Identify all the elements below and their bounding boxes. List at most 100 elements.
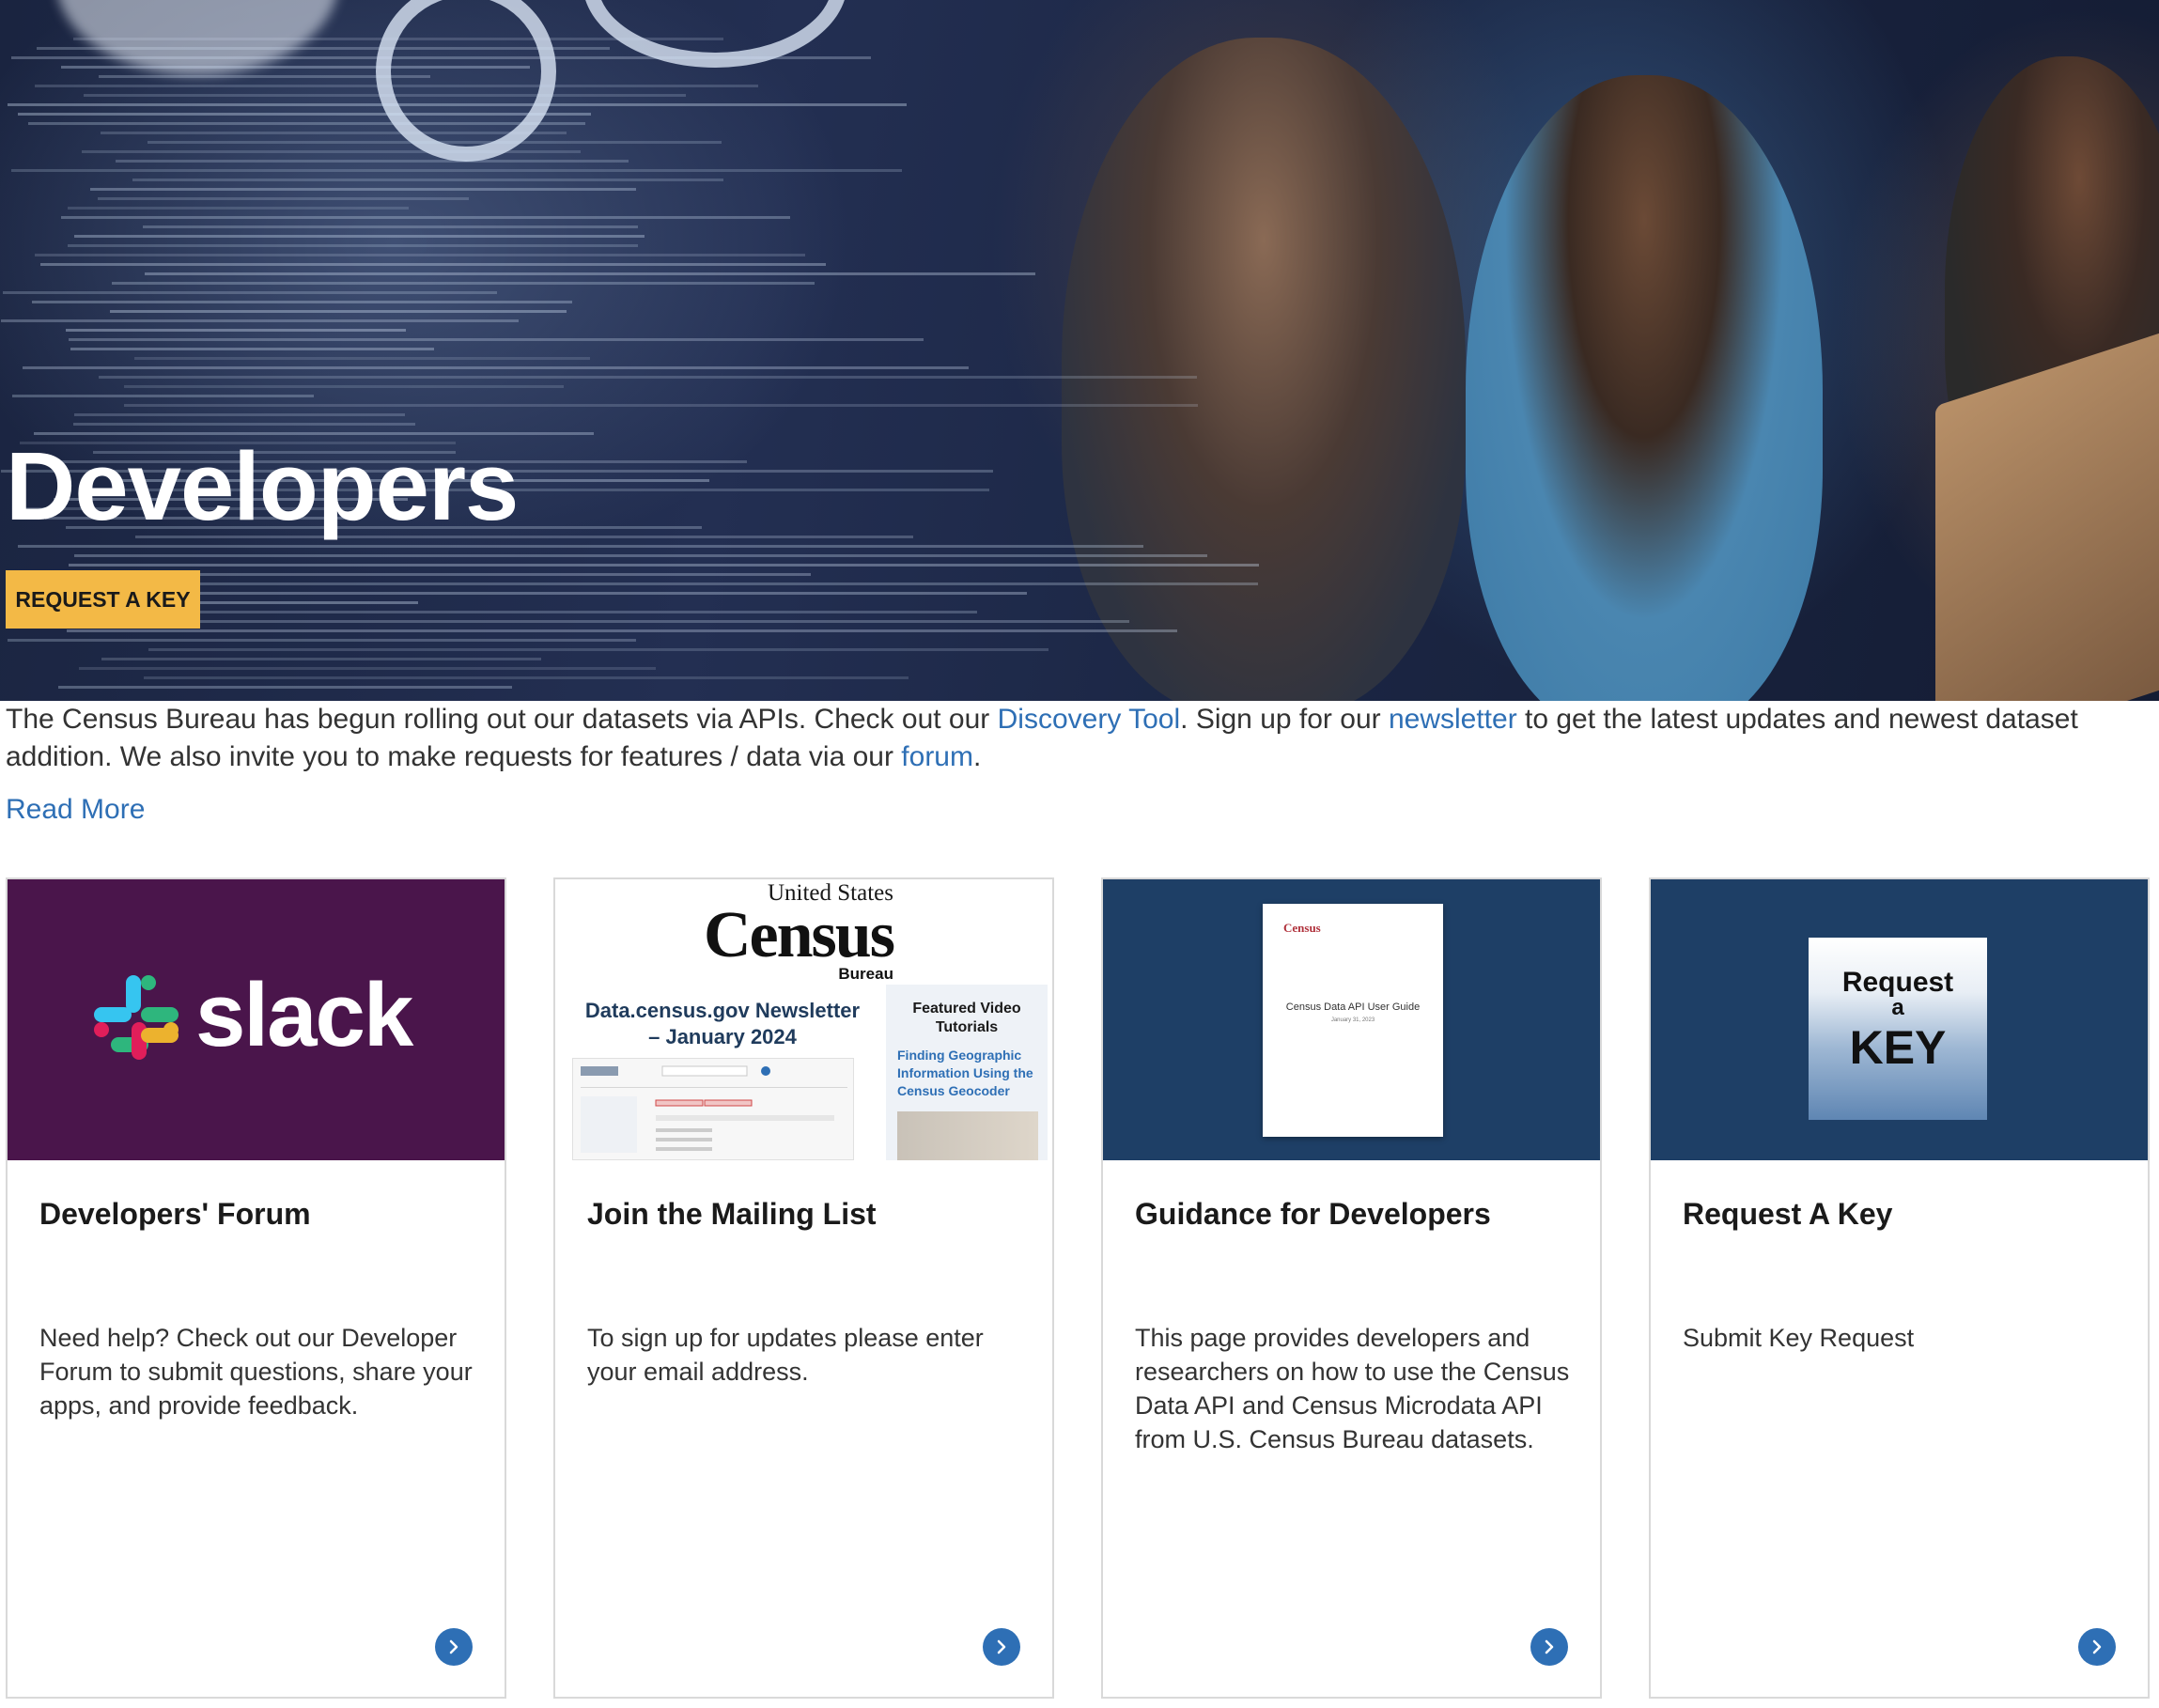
code-streak — [112, 282, 815, 285]
code-streak — [90, 188, 636, 191]
code-streak — [61, 216, 790, 219]
code-streak — [145, 272, 1035, 275]
code-streak — [148, 141, 722, 144]
card-mailing-list[interactable]: United States Census Bureau Data.census.… — [553, 877, 1054, 1699]
key-tile-line: a — [1891, 995, 1904, 1020]
card-description: To sign up for updates please enter your… — [587, 1324, 984, 1386]
code-streak — [28, 122, 585, 125]
card-guidance[interactable]: Census Census Data API User Guide Januar… — [1101, 877, 1602, 1699]
census-logo-name: Census — [704, 899, 895, 971]
card-title[interactable]: Request A Key — [1683, 1195, 1892, 1233]
slack-wordmark: slack — [195, 965, 413, 1065]
card-developers-forum[interactable]: slack Developers' Forum Need help? Check… — [6, 877, 506, 1699]
code-streak — [18, 545, 1143, 548]
code-streak — [8, 639, 636, 642]
card-description: Submit Key Request — [1683, 1324, 1915, 1352]
code-streak — [69, 564, 1259, 567]
card-image: Request a KEY — [1651, 879, 2148, 1160]
code-streak — [82, 150, 581, 153]
card-description: Need help? Check out our Developer Forum… — [39, 1324, 473, 1420]
key-tile-line: KEY — [1849, 1021, 1947, 1074]
newsletter-preview: United States Census Bureau Data.census.… — [555, 879, 1052, 1160]
code-streak — [143, 225, 638, 228]
intro-text: . Sign up for our — [1180, 704, 1389, 735]
code-streak — [113, 620, 1129, 623]
code-streak — [99, 75, 430, 78]
code-streak — [74, 413, 405, 416]
request-key-tile: Request a KEY — [1809, 938, 1987, 1120]
census-logo: United States Census Bureau — [704, 881, 895, 983]
hero-banner: Developers REQUEST A KEY — [0, 0, 2159, 701]
census-logo: Census — [1283, 921, 1321, 935]
newsletter-screenshot — [572, 1058, 854, 1160]
key-banner: Request a KEY — [1651, 879, 2148, 1160]
guide-banner: Census Census Data API User Guide Januar… — [1103, 879, 1600, 1160]
card-title[interactable]: Join the Mailing List — [587, 1195, 877, 1233]
code-streak — [11, 56, 871, 59]
code-streak — [144, 676, 909, 679]
code-streak — [101, 132, 567, 134]
intro-text: The Census Bureau has begun rolling out … — [6, 704, 998, 735]
code-streak — [58, 686, 512, 689]
code-streak — [148, 648, 1048, 651]
code-streak — [18, 113, 591, 116]
newsletter-headline-line: Data.census.gov Newsletter — [584, 999, 861, 1022]
slack-banner: slack — [8, 879, 505, 1160]
chevron-right-icon[interactable] — [435, 1628, 473, 1666]
code-streak — [98, 197, 469, 200]
code-streak — [116, 160, 629, 163]
intro-text: . — [972, 741, 982, 772]
card-description: This page provides developers and resear… — [1135, 1324, 1570, 1453]
card-image: slack — [8, 879, 505, 1160]
newsletter-headline: Data.census.gov Newsletter – January 202… — [572, 998, 873, 1050]
code-streak — [124, 385, 564, 388]
featured-video-panel: Featured Video Tutorials Finding Geograp… — [886, 985, 1048, 1160]
code-streak — [74, 554, 1207, 557]
code-streak — [124, 404, 1198, 407]
code-streak — [74, 235, 645, 238]
chevron-right-icon[interactable] — [1530, 1628, 1568, 1666]
card-image: Census Census Data API User Guide Januar… — [1103, 879, 1600, 1160]
code-streak — [101, 658, 541, 660]
request-key-button[interactable]: REQUEST A KEY — [6, 570, 200, 629]
card-request-key[interactable]: Request a KEY Request A Key Submit Key R… — [1649, 877, 2150, 1699]
code-streak — [3, 291, 497, 294]
code-streak — [32, 301, 572, 303]
card-image: United States Census Bureau Data.census.… — [555, 879, 1052, 1160]
code-streak — [68, 207, 409, 210]
discovery-tool-link[interactable]: Discovery Tool — [998, 704, 1181, 735]
featured-video-title: Featured Video Tutorials — [912, 1001, 1021, 1035]
code-streak — [12, 395, 314, 397]
intro-paragraph: The Census Bureau has begun rolling out … — [6, 701, 2148, 776]
api-user-guide-document: Census Census Data API User Guide Januar… — [1263, 904, 1443, 1137]
code-streak — [40, 263, 826, 266]
code-streak — [84, 94, 686, 97]
code-streak — [132, 179, 723, 181]
code-streak — [110, 310, 567, 313]
code-streak — [66, 329, 406, 332]
code-streak — [37, 47, 610, 50]
code-streak — [83, 611, 977, 613]
forum-link[interactable]: forum — [901, 741, 973, 772]
code-streak — [134, 357, 590, 360]
card-title[interactable]: Developers' Forum — [39, 1195, 311, 1233]
code-streak — [67, 629, 1177, 632]
newsletter-headline-line: – January 2024 — [648, 1025, 797, 1048]
chevron-right-icon[interactable] — [2078, 1628, 2116, 1666]
code-streak — [61, 66, 530, 69]
code-streak — [73, 38, 723, 40]
key-tile-line: Request — [1841, 967, 1954, 998]
code-streak — [11, 169, 902, 172]
card-title[interactable]: Guidance for Developers — [1135, 1195, 1491, 1233]
code-streak — [79, 667, 656, 670]
chevron-right-icon[interactable] — [983, 1628, 1020, 1666]
code-streak — [1, 319, 519, 322]
code-streak — [117, 582, 1258, 585]
read-more-link[interactable]: Read More — [6, 791, 145, 829]
code-streak — [35, 254, 805, 256]
code-streak — [70, 348, 434, 350]
slack-logo-icon — [94, 975, 179, 1060]
code-streak — [69, 338, 924, 341]
newsletter-link[interactable]: newsletter — [1389, 704, 1517, 735]
code-streak — [99, 376, 1197, 379]
